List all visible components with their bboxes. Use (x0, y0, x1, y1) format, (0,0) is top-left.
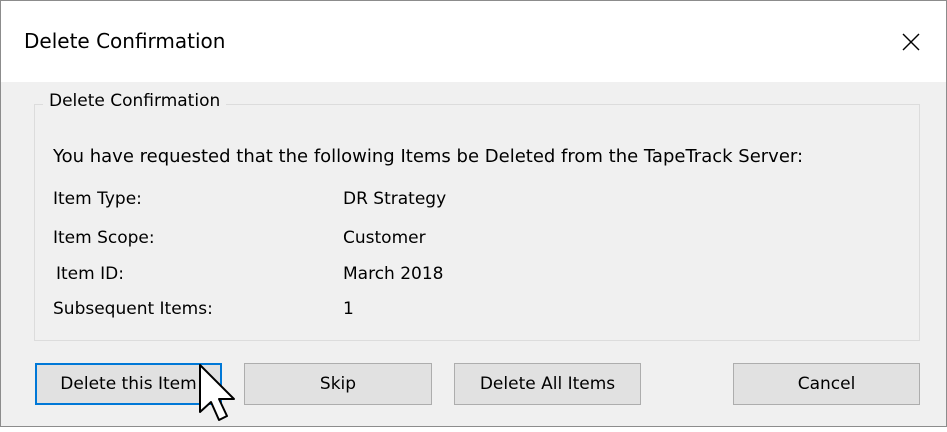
groupbox-legend: Delete Confirmation (43, 91, 227, 111)
item-type-value: DR Strategy (343, 189, 447, 209)
cancel-button[interactable]: Cancel (733, 363, 920, 405)
intro-text: You have requested that the following It… (53, 146, 804, 167)
window-title: Delete Confirmation (24, 29, 226, 53)
subsequent-items-label: Subsequent Items: (53, 299, 213, 319)
item-id-value: March 2018 (343, 264, 444, 284)
mouse-cursor-icon (197, 364, 241, 428)
item-type-label: Item Type: (53, 189, 142, 209)
close-button[interactable] (876, 1, 946, 82)
subsequent-items-value: 1 (343, 299, 354, 319)
item-scope-value: Customer (343, 228, 426, 248)
title-bar: Delete Confirmation (1, 1, 946, 82)
item-id-label: Item ID: (56, 264, 124, 284)
skip-button[interactable]: Skip (244, 363, 432, 405)
item-scope-label: Item Scope: (53, 228, 155, 248)
dialog-window: Delete Confirmation Delete Confirmation … (0, 0, 947, 427)
delete-this-item-button[interactable]: Delete this Item (35, 363, 222, 405)
close-icon (901, 32, 921, 52)
delete-all-items-button[interactable]: Delete All Items (454, 363, 641, 405)
